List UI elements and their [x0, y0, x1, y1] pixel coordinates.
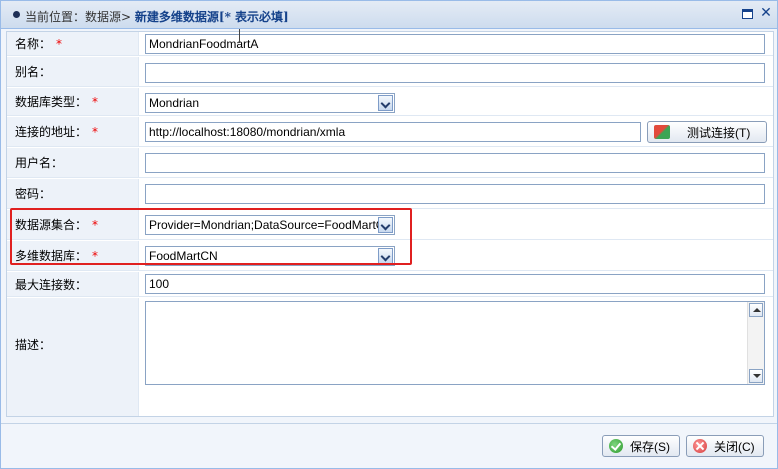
- crumb-datasource[interactable]: 数据源: [85, 10, 121, 24]
- row-password: 密码：: [7, 179, 773, 209]
- chevron-down-icon[interactable]: [378, 95, 393, 111]
- max-connections-label: 最大连接数：: [15, 277, 88, 292]
- address-label: 连接的地址：: [15, 125, 88, 139]
- test-connection-button[interactable]: 测试连接(T): [647, 121, 767, 143]
- bullet-icon: [13, 11, 20, 18]
- footer-bar: 保存(S) 关闭(C): [1, 423, 777, 468]
- name-label: 名称：: [15, 37, 52, 51]
- save-button[interactable]: 保存(S): [602, 435, 680, 457]
- alias-label: 别名：: [15, 65, 52, 79]
- description-label: 描述：: [15, 337, 52, 352]
- description-textarea[interactable]: [145, 301, 765, 385]
- save-label: 保存(S): [630, 439, 670, 454]
- username-input[interactable]: [145, 153, 765, 173]
- required-mark: *: [92, 248, 99, 263]
- window-title: 新建多维数据源[* 表示必填]: [134, 10, 289, 24]
- row-db-type: 数据库类型： * Mondrian: [7, 88, 773, 116]
- password-label: 密码：: [15, 187, 52, 201]
- title-bar: 当前位置：数据源> 新建多维数据源[* 表示必填] ✕: [1, 1, 777, 29]
- row-name: 名称： * MondrianFoodmartA: [7, 32, 773, 56]
- row-cube-database: 多维数据库： * FoodMartCN: [7, 241, 773, 271]
- db-type-label: 数据库类型：: [15, 95, 88, 109]
- datasource-set-value: Provider=Mondrian;DataSource=FoodMartC: [149, 218, 385, 232]
- breadcrumb: 当前位置：数据源> 新建多维数据源[* 表示必填]: [25, 8, 289, 25]
- new-datasource-window: 当前位置：数据源> 新建多维数据源[* 表示必填] ✕ 名称： * Mondri…: [0, 0, 778, 469]
- cube-database-select[interactable]: FoodMartCN: [145, 246, 395, 266]
- scrollbar[interactable]: [747, 302, 764, 384]
- db-type-value: Mondrian: [149, 96, 200, 110]
- scroll-down-icon[interactable]: [749, 369, 763, 383]
- row-address: 连接的地址： * http://localhost:18080/mondrian…: [7, 117, 773, 147]
- required-mark: *: [92, 217, 99, 232]
- row-username: 用户名：: [7, 148, 773, 178]
- address-input[interactable]: http://localhost:18080/mondrian/xmla: [145, 122, 641, 142]
- required-mark: *: [56, 36, 63, 51]
- close-icon: [693, 439, 707, 453]
- alias-input[interactable]: [145, 63, 765, 83]
- required-mark: *: [92, 94, 99, 109]
- name-input[interactable]: MondrianFoodmartA: [145, 34, 765, 54]
- crumb-separator: >: [121, 10, 132, 24]
- test-connection-label: 测试连接(T): [687, 125, 751, 140]
- username-label: 用户名：: [15, 156, 64, 170]
- close-button[interactable]: 关闭(C): [686, 435, 764, 457]
- scroll-up-icon[interactable]: [749, 303, 763, 317]
- cube-database-value: FoodMartCN: [149, 249, 218, 263]
- chevron-down-icon[interactable]: [378, 217, 393, 233]
- datasource-set-select[interactable]: Provider=Mondrian;DataSource=FoodMartC: [145, 215, 395, 235]
- datasource-set-label: 数据源集合：: [15, 218, 88, 232]
- text-cursor-icon: [239, 29, 240, 43]
- location-prefix: 当前位置：: [25, 10, 86, 24]
- cube-database-label: 多维数据库：: [15, 249, 88, 263]
- close-label: 关闭(C): [714, 439, 755, 454]
- chevron-down-icon[interactable]: [378, 248, 393, 264]
- required-mark: *: [92, 124, 99, 139]
- row-datasource-set: 数据源集合： * Provider=Mondrian;DataSource=Fo…: [7, 210, 773, 240]
- row-alias: 别名：: [7, 57, 773, 87]
- row-max-connections: 最大连接数： 100: [7, 272, 773, 297]
- close-icon[interactable]: ✕: [759, 5, 773, 21]
- maximize-icon[interactable]: [742, 9, 753, 19]
- test-connection-icon: [654, 125, 670, 139]
- max-connections-input[interactable]: 100: [145, 274, 765, 294]
- db-type-select[interactable]: Mondrian: [145, 93, 395, 113]
- save-icon: [609, 439, 623, 453]
- password-input[interactable]: [145, 184, 765, 204]
